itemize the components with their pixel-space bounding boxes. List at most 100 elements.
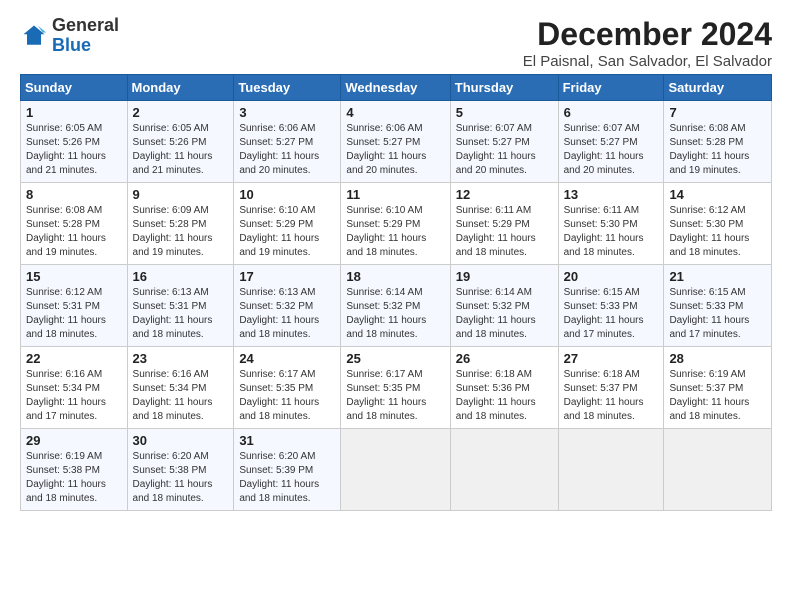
day-number: 30 (133, 433, 229, 448)
day-number: 8 (26, 187, 122, 202)
day-number: 7 (669, 105, 766, 120)
table-cell: 9 Sunrise: 6:09 AM Sunset: 5:28 PM Daylig… (127, 183, 234, 265)
table-cell: 14 Sunrise: 6:12 AM Sunset: 5:30 PM Dayli… (664, 183, 772, 265)
day-info: Sunrise: 6:06 AM Sunset: 5:27 PM Dayligh… (239, 122, 335, 178)
day-number: 4 (346, 105, 444, 120)
table-cell: 15 Sunrise: 6:12 AM Sunset: 5:31 PM Dayli… (21, 265, 128, 347)
day-info: Sunrise: 6:06 AM Sunset: 5:27 PM Dayligh… (346, 122, 444, 178)
calendar-body: 1 Sunrise: 6:05 AM Sunset: 5:26 PM Daylig… (21, 101, 772, 511)
col-wednesday: Wednesday (341, 75, 450, 101)
table-cell: 20 Sunrise: 6:15 AM Sunset: 5:33 PM Dayli… (558, 265, 664, 347)
day-info: Sunrise: 6:15 AM Sunset: 5:33 PM Dayligh… (564, 286, 659, 342)
day-number: 27 (564, 351, 659, 366)
day-info: Sunrise: 6:20 AM Sunset: 5:38 PM Dayligh… (133, 450, 229, 506)
day-number: 5 (456, 105, 553, 120)
day-number: 9 (133, 187, 229, 202)
calendar-week-1: 1 Sunrise: 6:05 AM Sunset: 5:26 PM Daylig… (21, 101, 772, 183)
logo-text: General Blue (52, 16, 119, 56)
title-block: December 2024 El Paisnal, San Salvador, … (523, 16, 772, 70)
table-cell: 21Sunrise: 6:15 AM Sunset: 5:33 PM Dayli… (664, 265, 772, 347)
day-info: Sunrise: 6:16 AM Sunset: 5:34 PM Dayligh… (133, 368, 229, 424)
table-cell (341, 429, 450, 511)
header: General Blue December 2024 El Paisnal, S… (20, 16, 772, 70)
day-number: 17 (239, 269, 335, 284)
day-info: Sunrise: 6:05 AM Sunset: 5:26 PM Dayligh… (133, 122, 229, 178)
table-cell: 4 Sunrise: 6:06 AM Sunset: 5:27 PM Daylig… (341, 101, 450, 183)
day-number: 12 (456, 187, 553, 202)
day-number: 13 (564, 187, 659, 202)
table-cell: 31Sunrise: 6:20 AM Sunset: 5:39 PM Dayli… (234, 429, 341, 511)
table-cell: 22Sunrise: 6:16 AM Sunset: 5:34 PM Dayli… (21, 347, 128, 429)
table-cell: 5 Sunrise: 6:07 AM Sunset: 5:27 PM Daylig… (450, 101, 558, 183)
day-info: Sunrise: 6:17 AM Sunset: 5:35 PM Dayligh… (239, 368, 335, 424)
day-info: Sunrise: 6:08 AM Sunset: 5:28 PM Dayligh… (26, 204, 122, 260)
col-thursday: Thursday (450, 75, 558, 101)
day-number: 16 (133, 269, 229, 284)
day-number: 11 (346, 187, 444, 202)
table-cell: 26Sunrise: 6:18 AM Sunset: 5:36 PM Dayli… (450, 347, 558, 429)
page: General Blue December 2024 El Paisnal, S… (0, 0, 792, 521)
day-info: Sunrise: 6:15 AM Sunset: 5:33 PM Dayligh… (669, 286, 766, 342)
col-friday: Friday (558, 75, 664, 101)
day-number: 18 (346, 269, 444, 284)
day-info: Sunrise: 6:10 AM Sunset: 5:29 PM Dayligh… (346, 204, 444, 260)
day-number: 15 (26, 269, 122, 284)
day-info: Sunrise: 6:13 AM Sunset: 5:31 PM Dayligh… (133, 286, 229, 342)
table-cell: 23 Sunrise: 6:16 AM Sunset: 5:34 PM Dayli… (127, 347, 234, 429)
calendar-week-4: 22Sunrise: 6:16 AM Sunset: 5:34 PM Dayli… (21, 347, 772, 429)
table-cell: 29 Sunrise: 6:19 AM Sunset: 5:38 PM Dayli… (21, 429, 128, 511)
logo: General Blue (20, 16, 119, 56)
table-cell: 3 Sunrise: 6:06 AM Sunset: 5:27 PM Daylig… (234, 101, 341, 183)
day-info: Sunrise: 6:17 AM Sunset: 5:35 PM Dayligh… (346, 368, 444, 424)
table-cell: 11 Sunrise: 6:10 AM Sunset: 5:29 PM Dayli… (341, 183, 450, 265)
location-title: El Paisnal, San Salvador, El Salvador (523, 53, 772, 70)
table-cell: 7 Sunrise: 6:08 AM Sunset: 5:28 PM Daylig… (664, 101, 772, 183)
day-number: 6 (564, 105, 659, 120)
month-title: December 2024 (523, 16, 772, 53)
table-cell: 25 Sunrise: 6:17 AM Sunset: 5:35 PM Dayli… (341, 347, 450, 429)
day-number: 23 (133, 351, 229, 366)
day-info: Sunrise: 6:11 AM Sunset: 5:30 PM Dayligh… (564, 204, 659, 260)
day-info: Sunrise: 6:10 AM Sunset: 5:29 PM Dayligh… (239, 204, 335, 260)
table-cell (450, 429, 558, 511)
day-info: Sunrise: 6:12 AM Sunset: 5:31 PM Dayligh… (26, 286, 122, 342)
table-cell: 17 Sunrise: 6:13 AM Sunset: 5:32 PM Dayli… (234, 265, 341, 347)
table-cell (558, 429, 664, 511)
table-cell: 16 Sunrise: 6:13 AM Sunset: 5:31 PM Dayli… (127, 265, 234, 347)
day-number: 2 (133, 105, 229, 120)
day-info: Sunrise: 6:07 AM Sunset: 5:27 PM Dayligh… (456, 122, 553, 178)
table-cell: 8 Sunrise: 6:08 AM Sunset: 5:28 PM Daylig… (21, 183, 128, 265)
table-cell (664, 429, 772, 511)
col-tuesday: Tuesday (234, 75, 341, 101)
day-info: Sunrise: 6:12 AM Sunset: 5:30 PM Dayligh… (669, 204, 766, 260)
table-cell: 27 Sunrise: 6:18 AM Sunset: 5:37 PM Dayli… (558, 347, 664, 429)
calendar-header: Sunday Monday Tuesday Wednesday Thursday… (21, 75, 772, 101)
col-saturday: Saturday (664, 75, 772, 101)
table-cell: 28Sunrise: 6:19 AM Sunset: 5:37 PM Dayli… (664, 347, 772, 429)
logo-icon (20, 22, 48, 50)
day-number: 28 (669, 351, 766, 366)
calendar-week-5: 29 Sunrise: 6:19 AM Sunset: 5:38 PM Dayli… (21, 429, 772, 511)
table-cell: 24Sunrise: 6:17 AM Sunset: 5:35 PM Dayli… (234, 347, 341, 429)
day-number: 3 (239, 105, 335, 120)
day-info: Sunrise: 6:08 AM Sunset: 5:28 PM Dayligh… (669, 122, 766, 178)
day-info: Sunrise: 6:18 AM Sunset: 5:37 PM Dayligh… (564, 368, 659, 424)
day-info: Sunrise: 6:09 AM Sunset: 5:28 PM Dayligh… (133, 204, 229, 260)
day-number: 1 (26, 105, 122, 120)
logo-general: General (52, 15, 119, 35)
day-info: Sunrise: 6:14 AM Sunset: 5:32 PM Dayligh… (346, 286, 444, 342)
day-info: Sunrise: 6:07 AM Sunset: 5:27 PM Dayligh… (564, 122, 659, 178)
day-info: Sunrise: 6:16 AM Sunset: 5:34 PM Dayligh… (26, 368, 122, 424)
col-monday: Monday (127, 75, 234, 101)
day-info: Sunrise: 6:14 AM Sunset: 5:32 PM Dayligh… (456, 286, 553, 342)
table-cell: 19Sunrise: 6:14 AM Sunset: 5:32 PM Dayli… (450, 265, 558, 347)
day-number: 25 (346, 351, 444, 366)
day-info: Sunrise: 6:19 AM Sunset: 5:38 PM Dayligh… (26, 450, 122, 506)
table-cell: 6 Sunrise: 6:07 AM Sunset: 5:27 PM Daylig… (558, 101, 664, 183)
day-number: 14 (669, 187, 766, 202)
day-number: 29 (26, 433, 122, 448)
table-cell: 10Sunrise: 6:10 AM Sunset: 5:29 PM Dayli… (234, 183, 341, 265)
day-number: 20 (564, 269, 659, 284)
day-number: 26 (456, 351, 553, 366)
day-info: Sunrise: 6:13 AM Sunset: 5:32 PM Dayligh… (239, 286, 335, 342)
